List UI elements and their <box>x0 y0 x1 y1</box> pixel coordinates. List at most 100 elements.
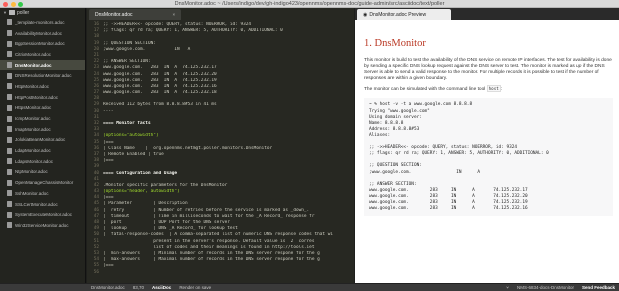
sidebar-file-item[interactable]: BgpSessionMonitor.adoc <box>0 38 85 49</box>
file-icon <box>7 19 12 26</box>
file-icon <box>7 168 12 175</box>
preview-heading: 1. DnsMonitor <box>364 38 426 49</box>
file-icon <box>7 190 12 197</box>
simulate-text: The monitor can be simulated with the co… <box>364 87 487 93</box>
line-number: 56 <box>93 269 99 275</box>
status-file-name[interactable]: DnsMonitor.adoc <box>91 285 125 290</box>
sidebar-file-label: NtpMonitor.adoc <box>15 169 48 175</box>
file-icon <box>7 51 12 58</box>
sidebar-file-label: DnsMonitor.adoc <box>15 62 52 68</box>
sidebar-file-item[interactable]: NtpMonitor.adoc <box>0 167 85 178</box>
folder-label: poller <box>16 9 30 16</box>
sidebar-file-label: SystemExecuteMonitor.adoc <box>15 212 73 218</box>
tree-folder-poller[interactable]: ▼ poller <box>0 8 85 17</box>
status-branch[interactable]: NMS-6834-docs-DnsMonitor <box>517 285 574 290</box>
sidebar-file-label: LdapsMonitor.adoc <box>15 158 54 164</box>
sidebar-file-label: HttpMonitor.adoc <box>15 83 50 89</box>
sidebar-file-item[interactable]: HttpsMonitor.adoc <box>0 103 85 114</box>
status-grammar[interactable]: AsciiDoc <box>152 285 171 290</box>
code-listing-block: ~ % host -v -t a www.google.com 8.8.8.8 T… <box>364 98 613 217</box>
file-icon <box>7 83 12 90</box>
sidebar-file-label: ImapMonitor.adoc <box>15 126 51 132</box>
tree-view: ▼ poller _template-monitors.adoc Availabi… <box>0 8 86 283</box>
sidebar-file-label: LdapMonitor.adoc <box>15 148 51 154</box>
listing-line: www.google.com. 283 IN A 74.125.232.16 <box>369 206 528 212</box>
file-icon <box>7 136 12 143</box>
folder-icon <box>8 10 15 15</box>
line-number-gutter: 16 17 18 19 20 21 22 23 24 25 26 27 28 29 30 31 32 33 34 35… <box>87 22 101 276</box>
file-icon <box>7 201 12 208</box>
file-icon <box>7 40 12 47</box>
chevron-down-icon: ▼ <box>3 10 7 15</box>
close-tab-icon[interactable]: × <box>173 12 176 17</box>
sidebar-file-item[interactable]: IcmpMonitor.adoc <box>0 113 85 124</box>
sidebar-file-item[interactable]: DnsMonitor.adoc <box>0 59 85 71</box>
sidebar-file-label: DNSResolutionMonitor.adoc <box>15 73 72 79</box>
file-icon <box>7 30 12 37</box>
file-icon <box>7 62 12 69</box>
sidebar-file-item[interactable]: AvailabilityMonitor.adoc <box>0 28 85 39</box>
sidebar-file-item[interactable]: CitrixMonitor.adoc <box>0 49 85 60</box>
code-line[interactable]: | `max-answers` | Maximal number of reco… <box>103 257 354 263</box>
sidebar-file-label: AvailabilityMonitor.adoc <box>15 30 62 36</box>
status-bar: DnsMonitor.adoc 83,70 AsciiDoc Render on… <box>0 283 619 291</box>
file-icon <box>7 147 12 154</box>
status-cursor-position[interactable]: 83,70 <box>133 285 144 290</box>
send-feedback-button[interactable]: Send Feedback <box>582 285 615 290</box>
tab-preview[interactable]: ◉ DnsMonitor.adoc Preview <box>357 9 451 20</box>
editor-tab-bar: DnsMonitor.adoc × <box>87 8 354 20</box>
sidebar-file-item[interactable]: LdapMonitor.adoc <box>0 145 85 156</box>
preview-paragraph-simulate: The monitor can be simulated with the co… <box>364 85 613 93</box>
sidebar-file-label: OpenManageChassisMonitor <box>15 180 74 186</box>
file-icon <box>7 115 12 122</box>
minimize-window-button[interactable] <box>10 1 16 7</box>
sidebar-file-item[interactable]: SystemExecuteMonitor.adoc <box>0 209 85 220</box>
git-branch-icon: ⑂ <box>506 285 509 290</box>
simulate-colon: : <box>500 87 503 93</box>
tab-label: DnsMonitor.adoc <box>95 11 133 18</box>
asciidoc-preview-pane: ◉ DnsMonitor.adoc Preview 1. DnsMonitor … <box>355 8 619 283</box>
preview-paragraph-intro: This monitor is build to test the availa… <box>364 58 613 82</box>
close-window-button[interactable] <box>3 1 8 7</box>
file-icon <box>7 211 12 218</box>
sidebar-file-label: HttpPostMonitor.adoc <box>15 94 59 100</box>
file-icon <box>7 158 12 165</box>
sidebar-file-label: CitrixMonitor.adoc <box>15 51 52 57</box>
sidebar-file-label: JolokiaBeanMonitor.adoc <box>15 137 66 143</box>
sidebar-file-label: SshMonitor.adoc <box>15 190 49 196</box>
sidebar-file-item[interactable]: ImapMonitor.adoc <box>0 124 85 135</box>
sidebar-file-label: Win32ServiceMonitor.adoc <box>15 222 69 228</box>
window-title: DnsMonitor.adoc ~ /Users/indigo/dev/gh-i… <box>174 0 445 7</box>
sidebar-file-item[interactable]: LdapsMonitor.adoc <box>0 156 85 167</box>
file-icon <box>7 222 12 229</box>
status-right: ⑂ NMS-6834-docs-DnsMonitor Send Feedback <box>506 285 619 290</box>
eye-icon: ◉ <box>363 11 368 18</box>
sidebar-file-label: BgpSessionMonitor.adoc <box>15 41 65 47</box>
sidebar-file-item[interactable]: _template-monitors.adoc <box>0 17 85 28</box>
code-line[interactable] <box>103 270 354 276</box>
code-line[interactable]: | `fatal-response-codes` | A comma-separ… <box>103 232 354 238</box>
sidebar-file-item[interactable]: HttpMonitor.adoc <box>0 81 85 92</box>
sidebar-file-item[interactable]: HttpPostMonitor.adoc <box>0 92 85 103</box>
sidebar-file-item[interactable]: JolokiaBeanMonitor.adoc <box>0 135 85 146</box>
code-editor[interactable]: 16 17 18 19 20 21 22 23 24 25 26 27 28 29 30 31 32 33 34 35… <box>87 20 354 283</box>
sidebar-file-label: _template-monitors.adoc <box>15 19 65 25</box>
zoom-window-button[interactable] <box>18 1 23 7</box>
code-lines[interactable]: ;; ->>HEADER<<- opcode: QUERY, status: N… <box>103 22 354 276</box>
sidebar-file-item[interactable]: SshMonitor.adoc <box>0 188 85 199</box>
sidebar-file-item[interactable]: DNSResolutionMonitor.adoc <box>0 70 85 81</box>
title-bar: DnsMonitor.adoc ~ /Users/indigo/dev/gh-i… <box>0 0 619 8</box>
sidebar-file-label: IcmpMonitor.adoc <box>15 116 51 122</box>
file-list: _template-monitors.adoc AvailabilityMonit… <box>0 17 85 231</box>
file-icon <box>7 94 12 101</box>
tab-dnsmonitor-adoc[interactable]: DnsMonitor.adoc × <box>89 9 182 20</box>
file-icon <box>7 179 12 186</box>
sidebar-file-item[interactable]: SSLCertMonitor.adoc <box>0 199 85 210</box>
window-controls <box>3 1 23 7</box>
sidebar-file-label: SSLCertMonitor.adoc <box>15 201 58 207</box>
status-render-mode[interactable]: Render on save <box>179 285 211 290</box>
sidebar-file-item[interactable]: OpenManageChassisMonitor <box>0 177 85 188</box>
file-icon <box>7 72 12 79</box>
sidebar-file-item[interactable]: Win32ServiceMonitor.adoc <box>0 220 85 231</box>
file-icon <box>7 104 12 111</box>
